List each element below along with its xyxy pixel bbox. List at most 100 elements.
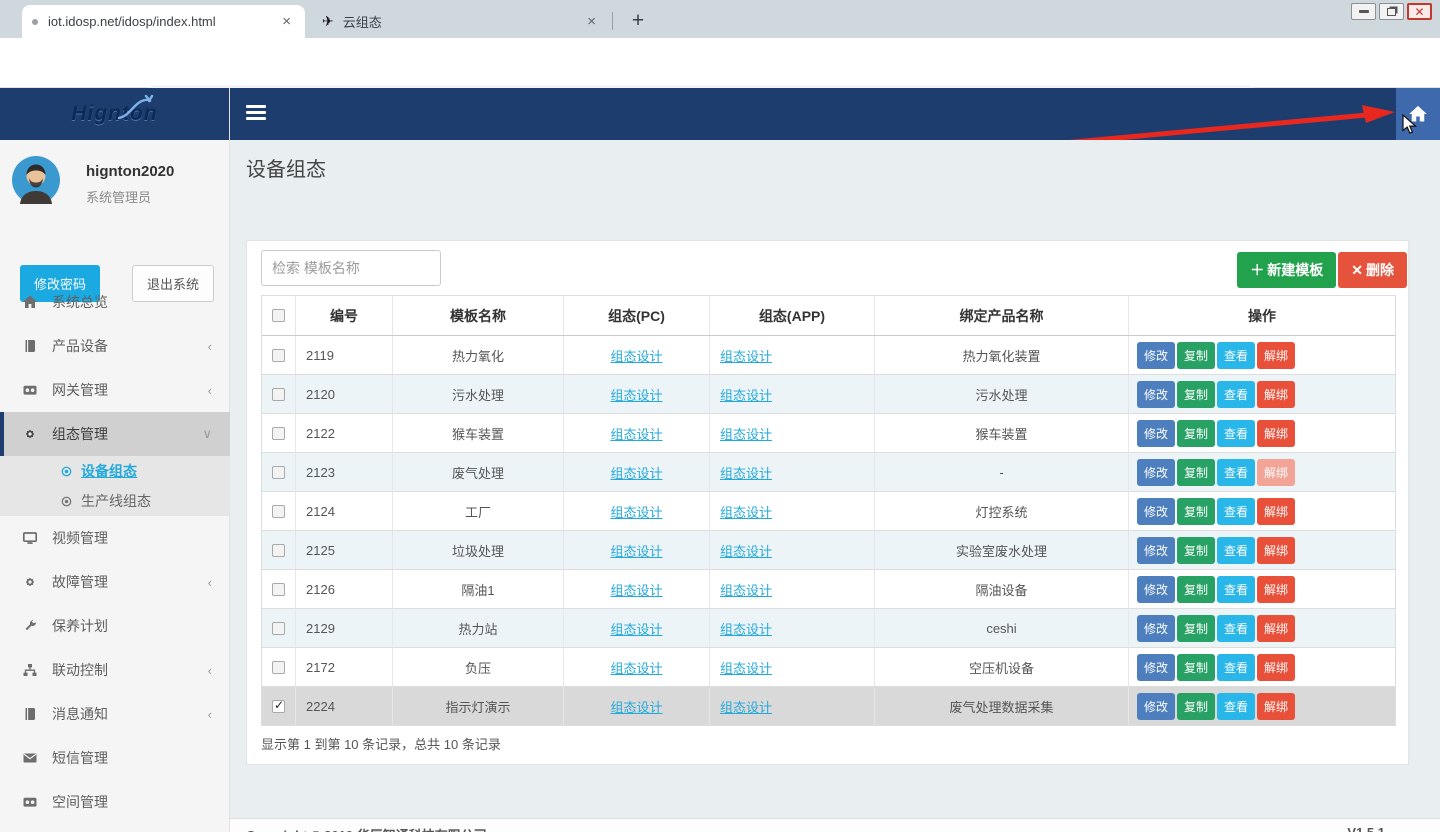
config-design-pc-link[interactable]: 组态设计 [610,385,662,404]
config-design-app-link[interactable]: 组态设计 [720,385,772,404]
tab-close-icon[interactable]: × [278,11,295,32]
edit-button[interactable]: 修改 [1137,342,1175,369]
copy-button[interactable]: 复制 [1177,576,1215,603]
config-design-app-link[interactable]: 组态设计 [720,424,772,443]
sidebar-item-system-overview[interactable]: 系统总览 [0,280,230,324]
bigdata-home-button[interactable] [1396,88,1440,140]
config-design-app-link[interactable]: 组态设计 [720,580,772,599]
row-checkbox[interactable] [272,583,285,596]
edit-button[interactable]: 修改 [1137,459,1175,486]
unbind-button[interactable]: 解绑 [1257,498,1295,525]
unbind-button[interactable]: 解绑 [1257,654,1295,681]
copy-button[interactable]: 复制 [1177,615,1215,642]
view-button[interactable]: 查看 [1217,420,1255,447]
user-role: 系统管理员 [86,187,151,206]
window-minimize-button[interactable] [1351,3,1376,20]
row-checkbox[interactable] [272,349,285,362]
sidebar-item-maintenance[interactable]: 保养计划 [0,604,230,648]
config-design-app-link[interactable]: 组态设计 [720,541,772,560]
sidebar-item-gateway[interactable]: 网关管理 ‹ [0,368,230,412]
window-close-button[interactable]: ✕ [1407,3,1432,20]
new-tab-button[interactable]: + [624,8,652,34]
unbind-button[interactable]: 解绑 [1257,420,1295,447]
copy-button[interactable]: 复制 [1177,537,1215,564]
edit-button[interactable]: 修改 [1137,498,1175,525]
view-button[interactable]: 查看 [1217,459,1255,486]
sidebar-item-sms[interactable]: 短信管理 [0,736,230,780]
row-checkbox[interactable] [272,466,285,479]
unbind-button[interactable]: 解绑 [1257,576,1295,603]
sidebar-subitem-production-line-config[interactable]: 生产线组态 [0,486,230,516]
config-design-pc-link[interactable]: 组态设计 [610,346,662,365]
copy-button[interactable]: 复制 [1177,342,1215,369]
sidebar-item-message-notify[interactable]: 消息通知 ‹ [0,692,230,736]
user-avatar[interactable] [12,156,60,204]
sidebar-item-product-device[interactable]: 产品设备 ‹ [0,324,230,368]
browser-tab-active[interactable]: iot.idosp.net/idosp/index.html × [22,5,305,38]
config-design-pc-link[interactable]: 组态设计 [610,580,662,599]
config-design-pc-link[interactable]: 组态设计 [610,658,662,677]
row-checkbox[interactable] [272,388,285,401]
sidebar-item-config-management[interactable]: 组态管理 ∨ [0,412,230,456]
row-checkbox[interactable] [272,544,285,557]
config-design-app-link[interactable]: 组态设计 [720,463,772,482]
config-design-app-link[interactable]: 组态设计 [720,697,772,716]
sidebar-subitem-device-config[interactable]: 设备组态 [0,456,230,486]
row-checkbox[interactable] [272,622,285,635]
config-design-pc-link[interactable]: 组态设计 [610,619,662,638]
copy-button[interactable]: 复制 [1177,498,1215,525]
row-checkbox[interactable] [272,661,285,674]
copy-button[interactable]: 复制 [1177,459,1215,486]
edit-button[interactable]: 修改 [1137,576,1175,603]
sidebar-item-fault[interactable]: 故障管理 ‹ [0,560,230,604]
unbind-button[interactable]: 解绑 [1257,381,1295,408]
edit-button[interactable]: 修改 [1137,615,1175,642]
view-button[interactable]: 查看 [1217,537,1255,564]
edit-button[interactable]: 修改 [1137,693,1175,720]
delete-button[interactable]: ✕删除 [1338,252,1407,288]
hamburger-menu-icon[interactable] [246,105,266,120]
unbind-button[interactable]: 解绑 [1257,615,1295,642]
edit-button[interactable]: 修改 [1137,381,1175,408]
unbind-button[interactable]: 解绑 [1257,342,1295,369]
copy-button[interactable]: 复制 [1177,693,1215,720]
row-checkbox[interactable] [272,700,285,713]
copy-button[interactable]: 复制 [1177,654,1215,681]
page-footer: Copyright © 2019 华辰智通科技有限公司 V1.5.1 [230,818,1440,832]
config-design-app-link[interactable]: 组态设计 [720,346,772,365]
view-button[interactable]: 查看 [1217,693,1255,720]
copy-button[interactable]: 复制 [1177,420,1215,447]
edit-button[interactable]: 修改 [1137,420,1175,447]
config-design-app-link[interactable]: 组态设计 [720,658,772,677]
view-button[interactable]: 查看 [1217,576,1255,603]
tab-close-icon[interactable]: × [583,11,600,32]
config-design-pc-link[interactable]: 组态设计 [610,502,662,521]
window-restore-button[interactable] [1379,3,1404,20]
unbind-button[interactable]: 解绑 [1257,693,1295,720]
browser-tab-inactive[interactable]: ✈ 云组态 × [312,5,610,38]
sidebar-item-video[interactable]: 视频管理 [0,516,230,560]
config-design-pc-link[interactable]: 组态设计 [610,424,662,443]
new-template-button[interactable]: ＋新建模板 [1237,252,1336,288]
copy-button[interactable]: 复制 [1177,381,1215,408]
config-design-pc-link[interactable]: 组态设计 [610,541,662,560]
search-input[interactable] [261,250,441,286]
edit-button[interactable]: 修改 [1137,654,1175,681]
view-button[interactable]: 查看 [1217,498,1255,525]
view-button[interactable]: 查看 [1217,342,1255,369]
select-all-checkbox[interactable] [272,309,285,322]
view-button[interactable]: 查看 [1217,381,1255,408]
config-design-app-link[interactable]: 组态设计 [720,619,772,638]
config-design-pc-link[interactable]: 组态设计 [610,697,662,716]
unbind-button[interactable]: 解绑 [1257,459,1295,486]
sidebar-item-linkage-control[interactable]: 联动控制 ‹ [0,648,230,692]
view-button[interactable]: 查看 [1217,654,1255,681]
view-button[interactable]: 查看 [1217,615,1255,642]
config-design-pc-link[interactable]: 组态设计 [610,463,662,482]
row-checkbox[interactable] [272,505,285,518]
config-design-app-link[interactable]: 组态设计 [720,502,772,521]
edit-button[interactable]: 修改 [1137,537,1175,564]
sidebar-item-space[interactable]: 空间管理 [0,780,230,824]
unbind-button[interactable]: 解绑 [1257,537,1295,564]
row-checkbox[interactable] [272,427,285,440]
